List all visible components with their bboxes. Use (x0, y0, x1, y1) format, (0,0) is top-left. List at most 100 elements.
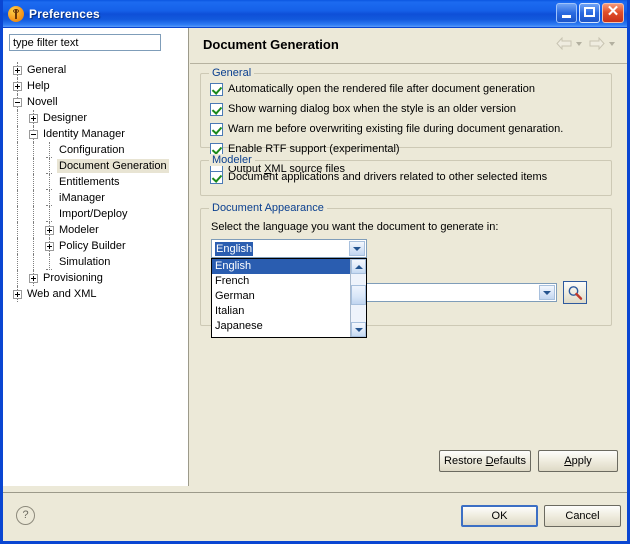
tree-expand-icon[interactable] (13, 66, 22, 75)
tree-item-label: Web and XML (25, 287, 99, 301)
general-group-title: General (209, 67, 254, 79)
forward-arrow-icon[interactable] (589, 37, 605, 50)
tree-item-label: General (25, 63, 68, 77)
tree-item-identity-manager[interactable]: Identity Manager (3, 126, 187, 142)
tree-expand-icon[interactable] (45, 226, 54, 235)
tree-item-imanager[interactable]: iManager (3, 190, 187, 206)
back-arrow-icon[interactable] (556, 37, 572, 50)
modeler-checkbox-list: Document applications and drivers relate… (201, 161, 611, 187)
restore-defaults-button[interactable]: Restore Defaults (439, 450, 531, 472)
checkbox-checked-icon[interactable] (210, 123, 223, 136)
language-option[interactable]: French (212, 274, 366, 289)
filter-input[interactable] (9, 34, 161, 51)
ok-button[interactable]: OK (461, 505, 538, 527)
scroll-up-arrow-icon[interactable] (351, 259, 366, 274)
tree-expand-icon[interactable] (13, 290, 22, 299)
magnifier-icon (567, 285, 583, 301)
checkbox-checked-icon[interactable] (210, 171, 223, 184)
language-dropdown-list[interactable]: EnglishFrenchGermanItalianJapanese (211, 258, 367, 338)
language-option[interactable]: Italian (212, 304, 366, 319)
checkbox-checked-icon[interactable] (210, 103, 223, 116)
tree-item-label: Help (25, 79, 52, 93)
tree-item-label: Modeler (57, 223, 101, 237)
tree-item-modeler[interactable]: Modeler (3, 222, 187, 238)
tree-expand-icon[interactable] (45, 242, 54, 251)
minimize-button[interactable] (556, 3, 577, 23)
help-icon[interactable]: ? (16, 506, 35, 525)
language-combo-value: English (215, 242, 253, 256)
language-option[interactable]: German (212, 289, 366, 304)
language-option-list: EnglishFrenchGermanItalianJapanese (212, 259, 366, 334)
language-dropdown-scrollbar[interactable] (350, 259, 366, 337)
preferences-window: Preferences ✕ General Help Novell Designer I… (0, 0, 630, 544)
close-button[interactable]: ✕ (602, 3, 624, 23)
forward-dropdown-caret-icon[interactable] (609, 42, 615, 46)
tree-collapse-icon[interactable] (13, 98, 22, 107)
checkbox-row[interactable]: Document applications and drivers relate… (210, 167, 611, 187)
checkbox-row[interactable]: Show warning dialog box when the style i… (210, 99, 611, 119)
dialog-body: General Help Novell Designer Identity Manage… (3, 28, 627, 491)
cancel-button[interactable]: Cancel (544, 505, 621, 527)
tree-expand-icon[interactable] (29, 114, 38, 123)
cancel-label: Cancel (565, 510, 599, 522)
language-option[interactable]: English (212, 259, 366, 274)
checkbox-label: Show warning dialog box when the style i… (228, 103, 516, 116)
ok-label: OK (492, 510, 508, 522)
tree-item-simulation[interactable]: Simulation (3, 254, 187, 270)
tree-item-designer[interactable]: Designer (3, 110, 187, 126)
navigation-arrows (556, 37, 619, 50)
checkbox-row[interactable]: Enable RTF support (experimental) (210, 139, 611, 159)
tree-item-provisioning[interactable]: Provisioning (3, 270, 187, 286)
tree-item-label: Policy Builder (57, 239, 128, 253)
dialog-footer: ? OK Cancel (3, 492, 627, 541)
tree-item-document-generation[interactable]: Document Generation (3, 158, 187, 174)
language-combo-arrow-icon[interactable] (349, 241, 365, 256)
maximize-button[interactable] (579, 3, 600, 23)
preferences-tree[interactable]: General Help Novell Designer Identity Manage… (3, 60, 187, 486)
scrollbar-thumb[interactable] (351, 285, 366, 305)
window-title: Preferences (29, 7, 100, 21)
language-option[interactable]: Japanese (212, 319, 366, 334)
tree-item-web-and-xml[interactable]: Web and XML (3, 286, 187, 302)
tree-item-help[interactable]: Help (3, 78, 187, 94)
tree-item-entitlements[interactable]: Entitlements (3, 174, 187, 190)
general-group: General Automatically open the rendered … (200, 73, 612, 148)
tree-item-label: iManager (57, 191, 107, 205)
checkbox-label: Document applications and drivers relate… (228, 171, 547, 184)
tree-item-policy-builder[interactable]: Policy Builder (3, 238, 187, 254)
tree-item-label: Novell (25, 95, 60, 109)
tree-item-label: Configuration (57, 143, 126, 157)
style-combo-arrow-icon[interactable] (539, 285, 555, 300)
tree-expand-icon[interactable] (29, 274, 38, 283)
checkbox-checked-icon[interactable] (210, 83, 223, 96)
tree-expand-icon[interactable] (13, 82, 22, 91)
language-combo[interactable]: English (211, 239, 367, 258)
browse-style-button[interactable] (563, 281, 587, 304)
window-controls: ✕ (556, 3, 624, 23)
language-label: Select the language you want the documen… (211, 221, 498, 233)
apply-button[interactable]: Apply (538, 450, 618, 472)
settings-pane: Document Generation (190, 28, 627, 486)
back-dropdown-caret-icon[interactable] (576, 42, 582, 46)
checkbox-row[interactable]: Automatically open the rendered file aft… (210, 79, 611, 99)
scroll-down-arrow-icon[interactable] (351, 322, 366, 337)
tree-item-label: Identity Manager (41, 127, 127, 141)
novell-identity-icon (8, 6, 24, 22)
checkbox-label: Automatically open the rendered file aft… (228, 83, 535, 96)
modeler-group-title: Modeler (209, 154, 255, 166)
restore-defaults-label: Restore Defaults (444, 455, 526, 467)
tree-item-novell[interactable]: Novell (3, 94, 187, 110)
checkbox-label: Warn me before overwriting existing file… (228, 123, 563, 136)
modeler-group: Modeler Document applications and driver… (200, 160, 612, 196)
tree-item-label: Designer (41, 111, 89, 125)
tree-item-label: Import/Deploy (57, 207, 129, 221)
tree-item-import-deploy[interactable]: Import/Deploy (3, 206, 187, 222)
tree-item-general[interactable]: General (3, 62, 187, 78)
title-bar: Preferences ✕ (3, 0, 627, 28)
tree-item-configuration[interactable]: Configuration (3, 142, 187, 158)
checkbox-row[interactable]: Warn me before overwriting existing file… (210, 119, 611, 139)
page-header: Document Generation (190, 28, 627, 64)
apply-label: Apply (564, 455, 592, 467)
tree-collapse-icon[interactable] (29, 130, 38, 139)
filter-area (3, 28, 188, 51)
